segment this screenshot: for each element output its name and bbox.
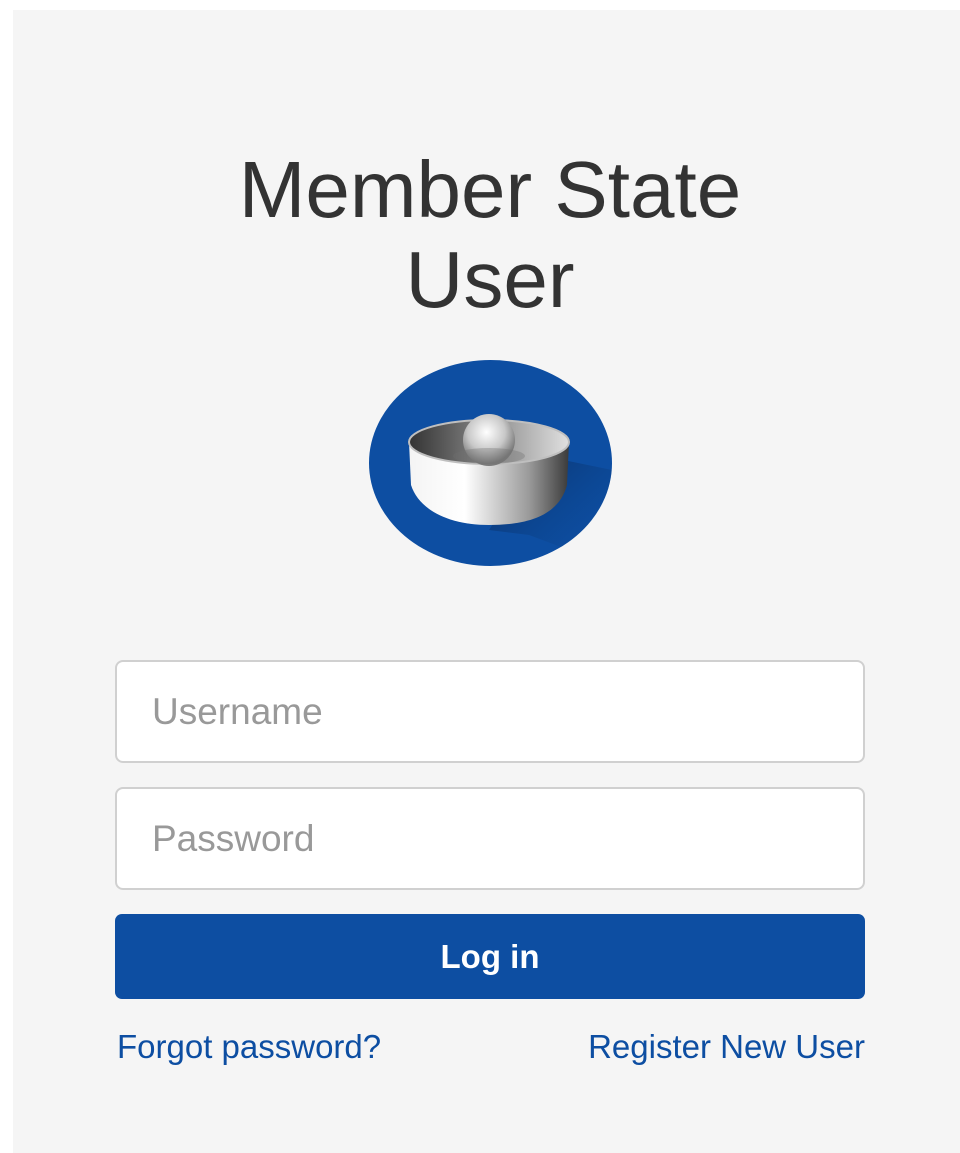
username-input[interactable] xyxy=(115,660,865,763)
login-button[interactable]: Log in xyxy=(115,914,865,999)
page-title-line2: User xyxy=(405,235,575,324)
register-new-user-link[interactable]: Register New User xyxy=(588,1025,865,1069)
password-input[interactable] xyxy=(115,787,865,890)
page-title-line1: Member State xyxy=(238,145,742,234)
agency-logo-icon xyxy=(369,360,612,566)
forgot-password-link[interactable]: Forgot password? xyxy=(117,1025,381,1069)
page-title: Member State User xyxy=(0,145,960,325)
